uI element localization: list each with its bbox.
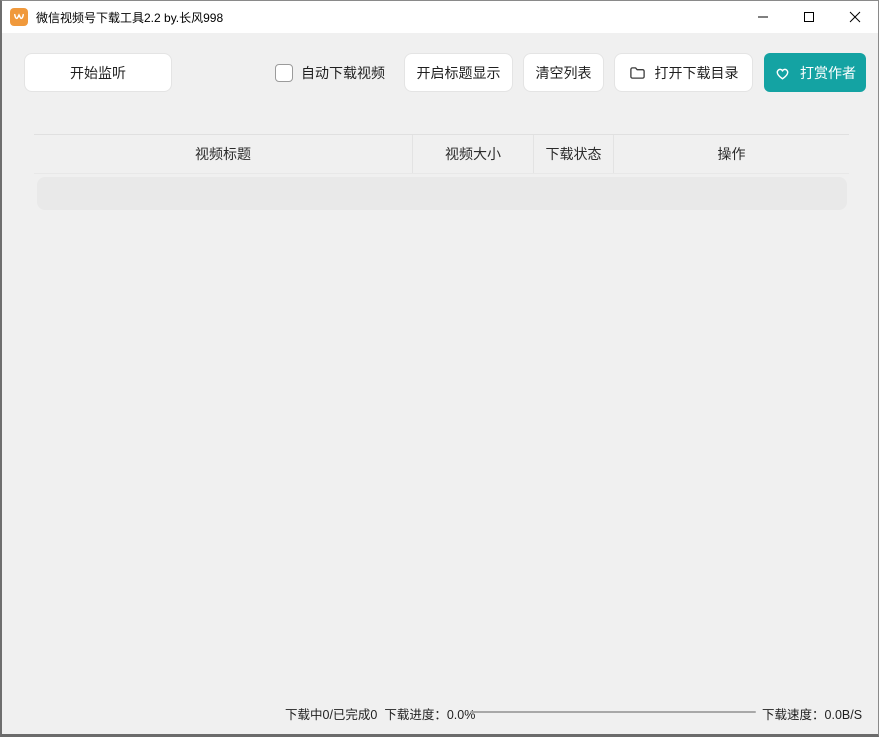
enable-title-display-label: 开启标题显示: [417, 63, 501, 83]
window-title: 微信视频号下载工具2.2 by.长风998: [36, 9, 223, 26]
table-empty-row: [37, 177, 847, 210]
titlebar: 微信视频号下载工具2.2 by.长风998: [2, 1, 878, 33]
column-header-video-size: 视频大小: [412, 135, 533, 173]
column-header-video-title: 视频标题: [34, 135, 412, 173]
clear-list-button[interactable]: 清空列表: [523, 53, 604, 92]
tip-author-button[interactable]: 打赏作者: [764, 53, 866, 92]
status-download-speed: 下载速度：0.0B/S: [762, 704, 862, 723]
status-download-info: 下载中0/已完成0 下载进度：0.0%: [285, 704, 475, 723]
clear-list-label: 清空列表: [536, 63, 592, 83]
table-header: 视频标题 视频大小 下载状态 操作: [34, 134, 849, 174]
close-icon: [849, 11, 861, 23]
start-listening-label: 开始监听: [70, 63, 126, 83]
titlebar-left: 微信视频号下载工具2.2 by.长风998: [2, 8, 740, 26]
column-header-actions: 操作: [613, 135, 849, 173]
app-window: 微信视频号下载工具2.2 by.长风998 开始监听: [0, 0, 879, 737]
auto-download-checkbox-group[interactable]: 自动下载视频: [275, 62, 385, 84]
heart-icon: [774, 65, 791, 81]
maximize-icon: [803, 11, 815, 23]
close-button[interactable]: [832, 1, 878, 33]
folder-icon: [629, 65, 646, 81]
enable-title-display-button[interactable]: 开启标题显示: [404, 53, 513, 92]
maximize-button[interactable]: [786, 1, 832, 33]
auto-download-checkbox[interactable]: [275, 64, 293, 82]
column-header-download-status: 下载状态: [533, 135, 613, 173]
status-speed-value: 0.0B/S: [825, 708, 863, 722]
open-download-dir-label: 打开下载目录: [655, 63, 739, 83]
wechat-channels-app-icon: [10, 8, 28, 26]
status-progress-label: 下载进度：: [384, 708, 447, 722]
minimize-button[interactable]: [740, 1, 786, 33]
start-listening-button[interactable]: 开始监听: [24, 53, 172, 92]
window-controls: [740, 1, 878, 33]
open-download-dir-button[interactable]: 打开下载目录: [614, 53, 753, 92]
tip-author-label: 打赏作者: [800, 63, 856, 83]
status-speed-label: 下载速度：: [762, 708, 825, 722]
auto-download-label: 自动下载视频: [301, 63, 385, 83]
download-progress-bar: [470, 711, 756, 713]
minimize-icon: [757, 11, 769, 23]
status-download-counts: 下载中0/已完成0: [285, 708, 377, 722]
